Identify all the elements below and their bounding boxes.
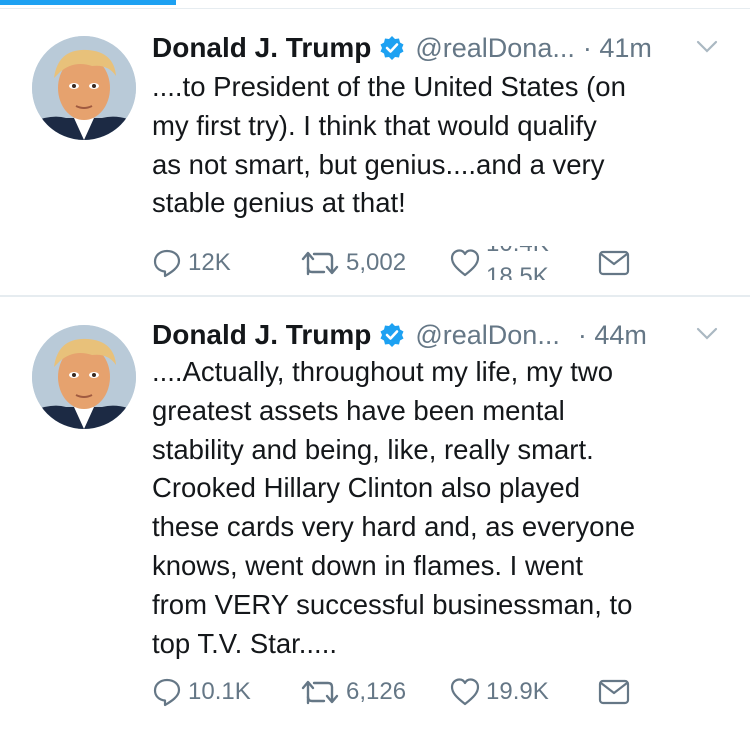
tweet-actions: 12K 5,002 10.4K 18.5K [152, 246, 652, 280]
direct-message-button[interactable] [598, 675, 630, 709]
chevron-down-icon[interactable] [696, 327, 718, 341]
like-icon [450, 249, 480, 277]
retweet-icon [301, 251, 339, 276]
like-count: 18.5K [486, 263, 549, 280]
tweet-1[interactable]: Donald J. Trump @realDona... · 41m ....t… [0, 10, 750, 295]
loading-progress-bar [0, 0, 176, 5]
tweet-header: Donald J. Trump @realDon... · 44m [152, 315, 647, 355]
retweet-icon [301, 680, 339, 705]
display-name[interactable]: Donald J. Trump [152, 319, 371, 351]
reply-count: 10.1K [188, 678, 251, 705]
like-count: 19.9K [486, 678, 549, 705]
display-name[interactable]: Donald J. Trump [152, 32, 371, 64]
chevron-down-icon[interactable] [696, 40, 718, 54]
timestamp[interactable]: · 44m [578, 320, 647, 351]
reply-count: 12K [188, 249, 231, 276]
user-handle[interactable]: @realDona... [415, 33, 574, 64]
top-divider [0, 8, 750, 9]
tweet-text: ....to President of the United States (o… [152, 71, 626, 219]
like-button[interactable]: 10.4K 18.5K [450, 246, 566, 280]
retweet-count: 6,126 [346, 678, 407, 705]
tweet-actions: 10.1K 6,126 19.9K [152, 675, 652, 709]
reply-icon [153, 249, 181, 278]
tweet-text: ....Actually, throughout my life, my two… [152, 356, 636, 659]
reply-button[interactable]: 10.1K [152, 675, 251, 709]
tweet-2[interactable]: Donald J. Trump @realDon... · 44m ....Ac… [0, 297, 750, 746]
like-count-previous: 10.4K [486, 246, 549, 258]
retweet-count: 5,002 [346, 249, 407, 276]
reply-button[interactable]: 12K [152, 246, 231, 280]
verified-badge-icon [379, 322, 405, 348]
retweet-button[interactable]: 5,002 [300, 246, 406, 280]
message-icon [598, 679, 630, 705]
message-icon [598, 250, 630, 276]
avatar[interactable] [32, 36, 136, 140]
retweet-button[interactable]: 6,126 [300, 675, 406, 709]
like-count-animation: 10.4K 18.5K [486, 246, 566, 280]
timestamp[interactable]: · 41m [583, 33, 652, 64]
verified-badge-icon [379, 35, 405, 61]
reply-icon [153, 678, 181, 707]
tweet-header: Donald J. Trump @realDona... · 41m [152, 28, 652, 68]
direct-message-button[interactable] [598, 246, 630, 280]
user-handle[interactable]: @realDon... [415, 320, 559, 351]
like-button[interactable]: 19.9K [450, 675, 549, 709]
like-icon [450, 678, 480, 706]
avatar[interactable] [32, 325, 136, 429]
